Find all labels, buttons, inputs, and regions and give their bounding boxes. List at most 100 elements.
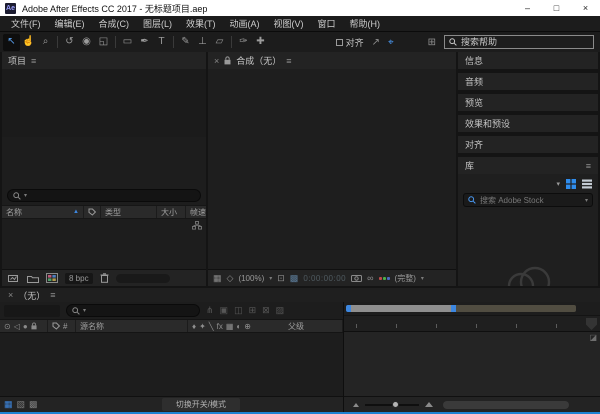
menu-effect[interactable]: 效果(T) [179,17,223,30]
mask-visibility-icon[interactable]: ◇ [227,273,234,284]
frame-blend-switch-icon[interactable]: ▦ [226,322,234,331]
clone-stamp-tool-icon[interactable]: ⊥ [194,34,211,51]
source-name-column[interactable]: 源名称 [76,320,188,332]
workspace-icon[interactable]: ⊞ [428,37,436,48]
menu-view[interactable]: 视图(V) [267,17,311,30]
stock-search-input[interactable] [480,196,581,205]
hide-shy-layers-icon[interactable]: ◫ [234,305,243,316]
menu-help[interactable]: 帮助(H) [343,17,388,30]
panel-effects-presets[interactable]: 效果和预设 [458,115,598,132]
close-tab-icon[interactable]: × [214,56,219,66]
show-snapshot-icon[interactable]: ∞ [367,273,373,283]
effects-switch-icon[interactable]: fx [217,322,223,331]
timecode-display[interactable]: 0:00:00:00 [303,274,346,283]
puppet-pin-tool-icon[interactable]: ✚ [252,34,269,51]
new-folder-icon[interactable] [27,274,39,283]
lock-icon[interactable] [31,322,37,330]
column-name[interactable]: 名称 ▲ [2,206,84,218]
library-dropdown-icon[interactable]: ▾ [556,180,560,188]
tab-libraries[interactable]: 库 [465,159,474,172]
chevron-down-icon[interactable]: ▾ [585,197,588,204]
panel-menu-icon[interactable]: ≡ [31,56,36,66]
3d-switch-icon[interactable]: ⊕ [244,322,251,331]
show-channels-icon[interactable] [379,277,390,280]
menu-window[interactable]: 窗口 [311,17,343,30]
timeline-layer-list[interactable] [0,333,343,396]
pen-tool-icon[interactable]: ✒ [136,34,153,51]
toggle-transfer-pane-icon[interactable]: ▧ [17,399,26,410]
snap-toggle[interactable]: 对齐 [336,36,364,49]
chevron-down-icon[interactable]: ▾ [269,275,272,282]
camera-tool-icon[interactable]: ◉ [78,34,95,51]
column-label-color[interactable] [84,206,101,218]
roto-brush-tool-icon[interactable]: ✑ [235,34,252,51]
current-time-field[interactable] [4,305,60,317]
video-visibility-icon[interactable]: ⊙ [4,322,11,331]
grid-guides-icon[interactable]: ▦ [213,273,222,284]
axis-mode-icon[interactable]: ↗ [372,37,380,48]
scrollbar-thumb[interactable] [351,305,451,312]
snap-checkbox[interactable] [336,39,343,46]
mini-flowchart-icon[interactable]: ⋔ [206,305,214,316]
menu-layer[interactable]: 图层(L) [136,17,179,30]
close-tab-icon[interactable]: × [8,290,13,300]
panel-menu-icon[interactable]: ≡ [50,290,55,300]
project-search-input[interactable]: ▾ [7,189,201,202]
menu-composition[interactable]: 合成(C) [92,17,137,30]
magnification-dropdown[interactable]: (100%) [238,274,264,283]
panel-info[interactable]: 信息 [458,52,598,69]
column-frame-rate[interactable]: 帧速率 [186,206,206,218]
chevron-down-icon[interactable]: ▾ [421,275,424,282]
pan-behind-tool-icon[interactable]: ◱ [95,34,112,51]
snapshot-camera-icon[interactable] [351,274,362,282]
timeline-zoom-scrollbar[interactable] [346,305,576,312]
rectangle-tool-icon[interactable]: ▭ [119,34,136,51]
panel-preview[interactable]: 预览 [458,94,598,111]
toggle-switches-pane-icon[interactable]: ▦ [4,399,13,410]
hand-tool-icon[interactable]: ☝ [20,34,37,51]
tab-composition[interactable]: 合成（无） [236,54,281,67]
tag-icon[interactable] [52,322,60,330]
parent-column[interactable]: 父级 [284,320,343,332]
project-item-list[interactable] [2,219,206,269]
project-footer-scrollbar[interactable] [116,274,170,283]
audio-icon[interactable]: ◁ [14,322,20,331]
motion-blur-switch-icon[interactable]: ◐ [236,322,241,331]
menu-edit[interactable]: 编辑(E) [48,17,92,30]
timeline-zoom-slider[interactable] [365,404,419,406]
help-search-box[interactable] [444,35,594,49]
tab-project[interactable]: 项目 [8,54,26,67]
maximize-button[interactable]: □ [542,0,571,16]
toggle-switches-modes-button[interactable]: 切换开关/模式 [162,398,240,411]
solo-icon[interactable]: ● [23,322,28,331]
zoom-slider-handle[interactable] [392,401,399,408]
search-options-icon[interactable]: ▾ [24,192,27,199]
motion-blur-icon[interactable]: ⊠ [262,305,270,316]
panel-menu-icon[interactable]: ≡ [586,161,591,171]
search-options-icon[interactable]: ▾ [83,307,86,314]
frame-blending-icon[interactable]: ⊞ [249,305,257,316]
tab-timeline[interactable]: （无） [18,289,45,302]
close-button[interactable]: × [571,0,600,16]
panel-audio[interactable]: 音频 [458,73,598,90]
selection-tool-icon[interactable]: ↖ [3,34,20,51]
new-composition-icon[interactable] [46,273,58,283]
rotation-tool-icon[interactable]: ↺ [61,34,78,51]
comp-button-icon[interactable]: ◪ [589,333,597,342]
zoom-tool-icon[interactable]: ⌕ [37,34,54,51]
zoom-out-icon[interactable] [353,403,359,407]
collapse-switch-icon[interactable]: ✦ [199,322,206,331]
help-search-input[interactable] [461,37,589,47]
graph-editor-icon[interactable]: ▨ [276,305,285,316]
trash-icon[interactable] [100,273,109,283]
menu-file[interactable]: 文件(F) [4,17,48,30]
menu-animation[interactable]: 动画(A) [223,17,267,30]
brush-tool-icon[interactable]: ✎ [177,34,194,51]
transparency-grid-icon[interactable]: ▩ [290,273,299,284]
lock-icon[interactable] [224,56,231,65]
stock-search-box[interactable]: ▾ [463,193,593,207]
horizontal-scrollbar[interactable] [443,401,569,409]
type-tool-icon[interactable]: T [153,34,170,51]
comp-marker-bin[interactable] [586,318,597,330]
grid-view-icon[interactable] [566,179,576,189]
